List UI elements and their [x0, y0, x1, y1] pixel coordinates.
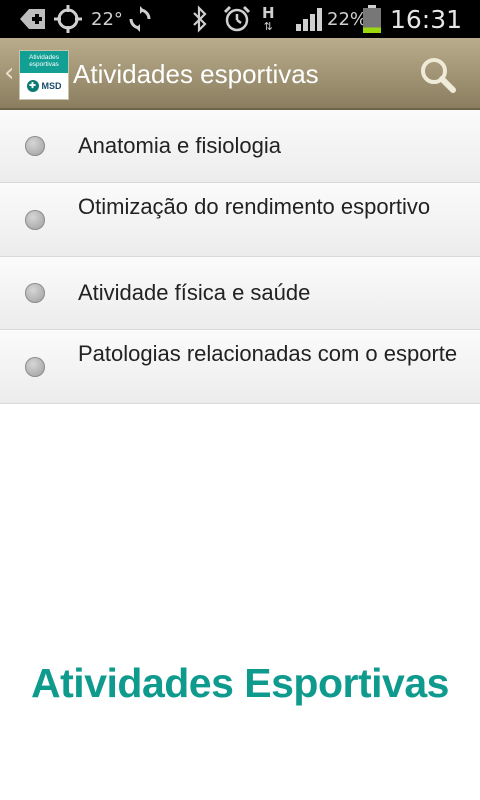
radio-button[interactable] — [25, 136, 45, 156]
network-type-text: H — [262, 4, 275, 22]
status-bar: 22° H ⇅ 22% 16:31 — [0, 0, 480, 38]
brand-banner: Atividades Esportivas — [31, 660, 449, 706]
radio-button[interactable] — [25, 357, 45, 377]
alarm-icon — [222, 0, 252, 38]
logo-brand: MSD — [41, 81, 62, 91]
list-item-label: Patologias relacionadas com o esporte — [78, 341, 458, 366]
up-chevron-icon[interactable]: ‹ — [4, 58, 14, 88]
signal-icon — [295, 0, 325, 38]
battery-percent-text: 22% — [327, 8, 368, 30]
data-arrows-icon: ⇅ — [263, 20, 273, 33]
app-logo[interactable]: Atividades esportivas ✚ MSD — [19, 50, 69, 100]
battery-icon — [362, 0, 382, 38]
sync-icon — [126, 0, 154, 38]
list-item-label: Anatomia e fisiologia — [78, 133, 282, 158]
topic-list: Anatomia e fisiologia Otimização do rend… — [0, 110, 480, 404]
network-h-icon: H ⇅ — [262, 0, 275, 38]
action-bar: ‹ Atividades esportivas ✚ MSD Atividades… — [0, 38, 480, 110]
list-item[interactable]: Atividade física e saúde — [0, 257, 480, 330]
radio-button[interactable] — [25, 210, 45, 230]
bluetooth-icon — [191, 0, 209, 38]
search-button[interactable] — [418, 55, 458, 95]
list-item[interactable]: Patologias relacionadas com o esporte — [0, 330, 480, 404]
list-item[interactable]: Otimização do rendimento esportivo — [0, 183, 480, 257]
radio-button[interactable] — [25, 283, 45, 303]
list-item-label: Otimização do rendimento esportivo — [78, 194, 431, 219]
list-item[interactable]: Anatomia e fisiologia — [0, 110, 480, 183]
page-title: Atividades esportivas — [73, 59, 319, 89]
clock-text: 16:31 — [390, 4, 463, 34]
msd-logo: ✚ MSD — [20, 73, 68, 99]
temperature-text: 22° — [91, 8, 123, 30]
list-item-label: Atividade física e saúde — [78, 280, 311, 305]
add-box-icon — [17, 0, 47, 38]
gps-icon — [53, 0, 83, 38]
logo-caption: Atividades esportivas — [20, 51, 68, 73]
search-icon — [421, 58, 456, 93]
msd-mark-icon: ✚ — [26, 80, 39, 92]
